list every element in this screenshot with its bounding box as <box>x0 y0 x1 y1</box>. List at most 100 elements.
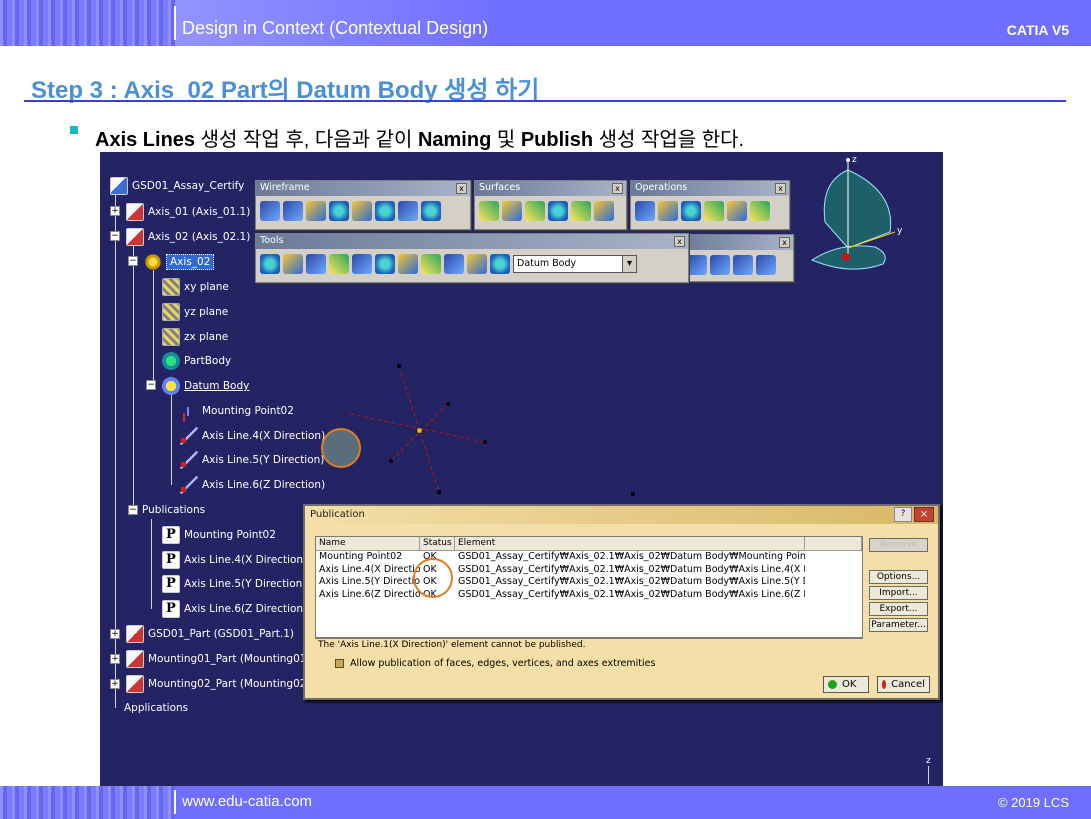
curve-tool-icon[interactable] <box>421 201 441 221</box>
tree-node-pub-axis-line4[interactable]: Axis Line.4(X Direction) <box>162 550 307 570</box>
boundary-tool-icon[interactable] <box>750 201 770 221</box>
tree-node-applications[interactable]: Applications <box>124 698 188 718</box>
work-support-icon[interactable] <box>352 254 372 274</box>
hand-tool-icon[interactable] <box>283 254 303 274</box>
tree-node-pub-mounting-point02[interactable]: Mounting Point02 <box>162 525 276 545</box>
expand-toggle[interactable]: + <box>110 679 120 689</box>
tree-node-datum-body[interactable]: Datum Body <box>162 376 249 396</box>
point-tool-icon[interactable] <box>260 201 280 221</box>
datum-tool-icon[interactable] <box>375 254 395 274</box>
column-header-element[interactable]: Element <box>455 537 805 550</box>
analysis-toolbar[interactable]: x <box>682 234 794 282</box>
body-tool-icon[interactable] <box>490 254 510 274</box>
view-right-icon[interactable] <box>756 255 776 275</box>
tree-node-mounting-point02[interactable]: Mounting Point02 <box>180 401 294 421</box>
sweep-tool-icon[interactable] <box>525 201 545 221</box>
help-icon[interactable]: ? <box>894 507 912 522</box>
view-iso-icon[interactable] <box>733 255 753 275</box>
publication-dialog[interactable]: Publication ? × Name Status Element Moun… <box>303 504 940 700</box>
expand-toggle[interactable]: + <box>110 206 120 216</box>
close-icon[interactable]: x <box>779 237 790 248</box>
table-row[interactable]: Axis Line.5(Y Direction) OK GSD01_Assay_… <box>316 576 862 589</box>
parameter-button[interactable]: Parameter... <box>869 618 928 632</box>
footer-url[interactable]: www.edu-catia.com <box>182 793 312 810</box>
tree-node-publications[interactable]: Publications <box>142 500 205 520</box>
spline-tool-icon[interactable] <box>398 201 418 221</box>
publication-list[interactable]: Name Status Element Mounting Point02 OK … <box>315 536 863 638</box>
tree-node-pub-axis-line5[interactable]: Axis Line.5(Y Direction) <box>162 574 306 594</box>
table-row[interactable]: Axis Line.4(X Direction) OK GSD01_Assay_… <box>316 564 862 577</box>
publication-tool-icon[interactable] <box>467 254 487 274</box>
import-button[interactable]: Import... <box>869 586 928 600</box>
current-body-select[interactable]: Datum Body <box>513 255 637 273</box>
tree-node-axis-line6[interactable]: Axis Line.6(Z Direction) <box>180 475 325 495</box>
translate-tool-icon[interactable] <box>704 201 724 221</box>
catalog-tool-icon[interactable] <box>421 254 441 274</box>
grid-tool-icon[interactable] <box>329 254 349 274</box>
close-icon[interactable]: x <box>674 236 685 247</box>
close-icon[interactable]: x <box>612 183 623 194</box>
column-header-status[interactable]: Status <box>420 537 455 550</box>
tools-toolbar[interactable]: Tools x Datum Body <box>255 233 689 283</box>
extrude-tool-icon[interactable] <box>479 201 499 221</box>
projection-tool-icon[interactable] <box>329 201 349 221</box>
compass-icon[interactable] <box>810 158 896 270</box>
fill-tool-icon[interactable] <box>548 201 568 221</box>
close-icon[interactable]: × <box>914 507 934 522</box>
revolve-tool-icon[interactable] <box>502 201 522 221</box>
operations-toolbar[interactable]: Operations x <box>630 180 790 230</box>
tree-node-mounting01-part[interactable]: Mounting01_Part (Mounting01_ <box>126 649 312 669</box>
tree-node-pub-axis-line6[interactable]: Axis Line.6(Z Direction) <box>162 599 307 619</box>
update-tool-icon[interactable] <box>260 254 280 274</box>
scan-tool-icon[interactable] <box>398 254 418 274</box>
collapse-toggle[interactable]: − <box>128 256 138 266</box>
checkbox-box[interactable] <box>335 659 344 668</box>
view-top-icon[interactable] <box>710 255 730 275</box>
surfaces-toolbar[interactable]: Surfaces x <box>474 180 627 230</box>
axis-system-icon[interactable] <box>306 254 326 274</box>
join-tool-icon[interactable] <box>635 201 655 221</box>
table-row[interactable]: Mounting Point02 OK GSD01_Assay_Certify₩… <box>316 551 862 564</box>
tree-node-gsd01-part[interactable]: GSD01_Part (GSD01_Part.1) <box>126 624 294 644</box>
column-header-name[interactable]: Name <box>316 537 420 550</box>
intersection-tool-icon[interactable] <box>352 201 372 221</box>
wireframe-toolbar[interactable]: Wireframe x <box>255 180 471 230</box>
loft-tool-icon[interactable] <box>571 201 591 221</box>
tree-node-axis02-part[interactable]: Axis_02 <box>144 252 215 272</box>
expand-toggle[interactable]: + <box>110 654 120 664</box>
collapse-toggle[interactable]: − <box>110 231 120 241</box>
circle-tool-icon[interactable] <box>375 201 395 221</box>
options-button[interactable]: Options... <box>869 570 928 584</box>
tree-node-axis01[interactable]: Axis_01 (Axis_01.1) <box>126 202 250 222</box>
tree-node-axis-line4[interactable]: Axis Line.4(X Direction) <box>180 426 325 446</box>
tree-node-mounting02-part[interactable]: Mounting02_Part (Mounting02_ <box>126 674 312 694</box>
catia-viewport[interactable]: z y GSD01_Assay_Certify + Axis_01 (Axis_… <box>100 152 943 786</box>
close-icon[interactable]: x <box>456 183 467 194</box>
ok-button[interactable]: OK <box>823 676 869 693</box>
split-tool-icon[interactable] <box>658 201 678 221</box>
tree-node-partbody[interactable]: PartBody <box>162 351 231 371</box>
blend-tool-icon[interactable] <box>594 201 614 221</box>
view-front-icon[interactable] <box>687 255 707 275</box>
axis-end-point <box>483 440 487 444</box>
table-row[interactable]: Axis Line.6(Z Direction) OK GSD01_Assay_… <box>316 589 862 602</box>
line-tool-icon[interactable] <box>283 201 303 221</box>
remove-button[interactable]: Remove <box>869 538 928 552</box>
tree-node-xy-plane[interactable]: xy plane <box>162 277 229 297</box>
plane-tool-icon[interactable] <box>306 201 326 221</box>
tree-node-zx-plane[interactable]: zx plane <box>162 327 228 347</box>
fillet-tool-icon[interactable] <box>681 201 701 221</box>
collapse-toggle[interactable]: − <box>146 380 156 390</box>
tree-node-axis-line5[interactable]: Axis Line.5(Y Direction) <box>180 450 324 470</box>
tree-node-yz-plane[interactable]: yz plane <box>162 302 228 322</box>
expand-toggle[interactable]: + <box>110 629 120 639</box>
collapse-toggle[interactable]: − <box>128 505 138 515</box>
export-button[interactable]: Export... <box>869 602 928 616</box>
tree-node-root[interactable]: GSD01_Assay_Certify <box>110 176 244 196</box>
close-icon[interactable]: x <box>775 183 786 194</box>
extrapolate-tool-icon[interactable] <box>727 201 747 221</box>
tree-node-axis02[interactable]: Axis_02 (Axis_02.1) <box>126 227 250 247</box>
cancel-button[interactable]: Cancel <box>877 676 930 693</box>
insert-body-icon[interactable] <box>444 254 464 274</box>
allow-publication-checkbox[interactable]: Allow publication of faces, edges, verti… <box>335 658 655 669</box>
